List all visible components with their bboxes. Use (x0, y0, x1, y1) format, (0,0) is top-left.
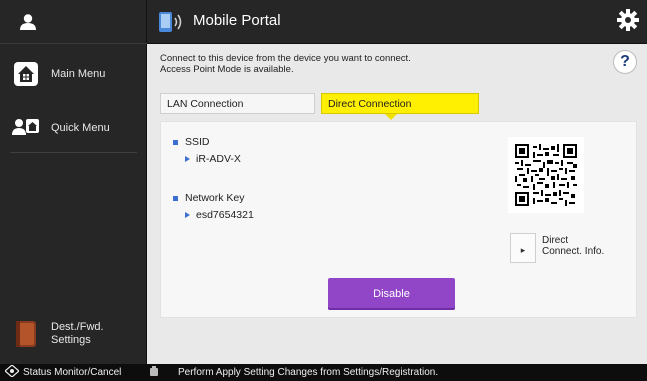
dest-fwd-settings-button[interactable]: Dest./Fwd. Settings (0, 312, 147, 356)
status-monitor-label: Status Monitor/Cancel (23, 367, 122, 378)
direct-connection-panel: SSID iR-ADV-X Network Key esd7654321 ▸ D… (160, 121, 637, 318)
ssid-value: iR-ADV-X (196, 153, 241, 165)
dest-settings-label-line1: Dest./Fwd. (51, 321, 104, 333)
network-key-field: Network Key esd7654321 (173, 192, 254, 221)
dest-settings-label-line2: Settings (51, 334, 91, 346)
ssid-field: SSID iR-ADV-X (173, 136, 241, 165)
direct-info-line-1: Direct (542, 235, 569, 246)
direct-info-line-2: Connect. Info. (542, 246, 605, 257)
quick-menu-button[interactable]: Quick Menu (0, 110, 147, 146)
info-line-1: Connect to this device from the device y… (160, 53, 411, 64)
user-icon (19, 13, 37, 36)
status-message: Perform Apply Setting Changes from Setti… (147, 366, 438, 379)
home-icon (12, 60, 40, 88)
sidebar-divider (10, 152, 137, 153)
quick-menu-icon (12, 114, 40, 142)
tab-direct-connection[interactable]: Direct Connection (321, 93, 479, 114)
arrow-right-icon (185, 212, 190, 218)
user-button[interactable] (0, 0, 147, 44)
tab-pointer (385, 114, 397, 120)
arrow-right-icon: ▸ (520, 245, 526, 255)
bullet-icon (173, 139, 178, 145)
network-key-label: Network Key (185, 192, 245, 204)
main-menu-button[interactable]: Main Menu (0, 56, 147, 92)
ssid-label: SSID (185, 136, 210, 148)
status-bar: Status Monitor/Cancel Perform Apply Sett… (0, 364, 647, 381)
main-content: Connect to this device from the device y… (147, 44, 647, 364)
sidebar: Main Menu Quick Menu Dest./Fwd. Settings (0, 0, 147, 364)
disable-button[interactable]: Disable (328, 278, 455, 310)
network-key-value: esd7654321 (196, 209, 254, 221)
memory-icon (150, 366, 158, 379)
address-book-icon (12, 320, 40, 348)
direct-connect-info-label: Direct Connect. Info. (542, 235, 604, 257)
main-menu-label: Main Menu (51, 68, 106, 80)
tab-lan-connection[interactable]: LAN Connection (160, 93, 315, 114)
arrow-right-icon (185, 156, 190, 162)
quick-menu-label: Quick Menu (51, 122, 110, 134)
help-button[interactable]: ? (613, 50, 637, 74)
info-line-2: Access Point Mode is available. (160, 64, 294, 75)
status-monitor-icon (4, 364, 20, 380)
settings-gear-icon[interactable] (617, 9, 639, 36)
direct-connect-info-button[interactable]: ▸ (510, 233, 536, 263)
header: Mobile Portal (147, 0, 647, 44)
status-message-text: Perform Apply Setting Changes from Setti… (178, 367, 439, 378)
bullet-icon (173, 195, 178, 201)
page-title: Mobile Portal (193, 12, 281, 29)
status-monitor-button[interactable]: Status Monitor/Cancel (0, 364, 147, 380)
mobile-portal-icon (157, 10, 185, 39)
qr-code (508, 137, 584, 213)
info-text: Connect to this device from the device y… (160, 53, 411, 75)
